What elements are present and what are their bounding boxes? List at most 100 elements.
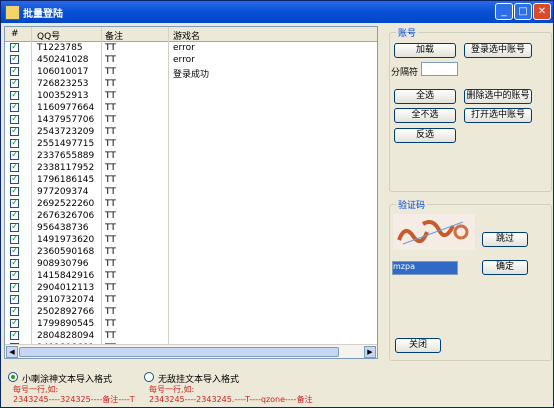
grid-header: # QQ号 备注 游戏名 xyxy=(5,27,377,42)
captcha-group-title: 验证码 xyxy=(396,198,428,211)
qq-cell: 2904012113 xyxy=(37,283,95,293)
qq-cell: T1223785 xyxy=(37,43,83,53)
col-header-note[interactable]: 备注 xyxy=(105,29,123,42)
qq-cell: 2543723209 xyxy=(37,127,95,137)
qq-cell: 1491973620 xyxy=(37,235,95,245)
qq-cell: 2676326706 xyxy=(37,211,95,221)
note-cell: TT xyxy=(105,151,116,161)
qq-cell: 100352913 xyxy=(37,91,89,101)
separator-input[interactable] xyxy=(421,62,458,76)
note-cell: TT xyxy=(105,91,116,101)
qq-cell: 908930796 xyxy=(37,259,89,269)
note-cell: TT xyxy=(105,319,116,329)
row-checkbox[interactable]: ✓ xyxy=(10,67,19,76)
row-checkbox[interactable]: ✓ xyxy=(10,331,19,340)
qq-cell: 2692522260 xyxy=(37,199,95,209)
scroll-thumb[interactable] xyxy=(19,347,339,357)
app-icon xyxy=(5,5,20,20)
note-cell: TT xyxy=(105,223,116,233)
row-checkbox[interactable]: ✓ xyxy=(10,199,19,208)
row-checkbox[interactable]: ✓ xyxy=(10,307,19,316)
horizontal-scrollbar[interactable]: ◀ ▶ xyxy=(5,344,377,358)
note-cell: TT xyxy=(105,295,116,305)
row-checkbox[interactable]: ✓ xyxy=(10,163,19,172)
invert-selection-button[interactable]: 反选 xyxy=(394,128,456,143)
select-none-button[interactable]: 全不选 xyxy=(394,108,456,123)
maximize-button[interactable]: □ xyxy=(514,3,532,20)
login-selected-button[interactable]: 登录选中账号 xyxy=(464,43,532,58)
row-checkbox[interactable]: ✓ xyxy=(10,115,19,124)
import-format-radio-2[interactable] xyxy=(144,372,154,382)
qq-cell: 2910732074 xyxy=(37,295,95,305)
note-cell: TT xyxy=(105,259,116,269)
note-cell: TT xyxy=(105,55,116,65)
note-cell: TT xyxy=(105,211,116,221)
qq-cell: 2804828094 xyxy=(37,331,95,341)
row-checkbox[interactable]: ✓ xyxy=(10,235,19,244)
import-format-radio-1[interactable] xyxy=(8,372,18,382)
row-checkbox[interactable]: ✓ xyxy=(10,283,19,292)
note-cell: TT xyxy=(105,103,116,113)
delete-selected-button[interactable]: 删除选中的账号 xyxy=(464,89,532,104)
note-cell: TT xyxy=(105,247,116,257)
row-checkbox[interactable]: ✓ xyxy=(10,223,19,232)
row-checkbox[interactable]: ✓ xyxy=(10,271,19,280)
note-cell: TT xyxy=(105,271,116,281)
qq-cell: 977209374 xyxy=(37,187,89,197)
note-cell: TT xyxy=(105,139,116,149)
row-checkbox[interactable]: ✓ xyxy=(10,259,19,268)
note-cell: TT xyxy=(105,187,116,197)
row-checkbox[interactable]: ✓ xyxy=(10,247,19,256)
row-checkbox[interactable]: ✓ xyxy=(10,55,19,64)
row-checkbox[interactable]: ✓ xyxy=(10,295,19,304)
note-cell: TT xyxy=(105,43,116,53)
qq-cell: 2360590168 xyxy=(37,247,95,257)
title-bar: 批量登陆 _ □ ✕ xyxy=(1,1,553,23)
row-checkbox[interactable]: ✓ xyxy=(10,151,19,160)
note-cell: TT xyxy=(105,283,116,293)
qq-cell: 2337655889 xyxy=(37,151,95,161)
open-selected-button[interactable]: 打开选中账号 xyxy=(464,108,532,123)
select-all-button[interactable]: 全选 xyxy=(394,89,456,104)
note-cell: TT xyxy=(105,127,116,137)
row-checkbox[interactable]: ✓ xyxy=(10,175,19,184)
row-checkbox[interactable]: ✓ xyxy=(10,211,19,220)
minimize-button[interactable]: _ xyxy=(495,3,513,20)
qq-cell: 2502892766 xyxy=(37,307,95,317)
scroll-right-icon[interactable]: ▶ xyxy=(364,346,376,358)
note-cell: TT xyxy=(105,115,116,125)
close-button[interactable]: 关闭 xyxy=(395,338,441,353)
row-checkbox[interactable]: ✓ xyxy=(10,187,19,196)
captcha-image xyxy=(393,214,475,250)
close-window-button[interactable]: ✕ xyxy=(533,3,551,20)
account-group-title: 账号 xyxy=(396,26,419,39)
qq-cell: 2338117952 xyxy=(37,163,95,173)
import-format-2-example: 2343245----2343245.----T----qzone----备注 xyxy=(149,395,313,404)
row-checkbox[interactable]: ✓ xyxy=(10,43,19,52)
note-cell: TT xyxy=(105,175,116,185)
load-button[interactable]: 加载 xyxy=(394,43,456,58)
qq-cell: 1799890545 xyxy=(37,319,95,329)
account-grid[interactable]: # QQ号 备注 游戏名 ✓ T1223785 TT error ✓ 450241028 T… xyxy=(4,26,378,359)
skip-captcha-button[interactable]: 跳过 xyxy=(482,232,528,247)
row-checkbox[interactable]: ✓ xyxy=(10,91,19,100)
row-checkbox[interactable]: ✓ xyxy=(10,139,19,148)
row-checkbox[interactable]: ✓ xyxy=(10,127,19,136)
note-cell: TT xyxy=(105,79,116,89)
col-header-game[interactable]: 游戏名 xyxy=(173,29,200,42)
qq-cell: 450241028 xyxy=(37,55,89,65)
qq-cell: 106010017 xyxy=(37,67,89,77)
row-checkbox[interactable]: ✓ xyxy=(10,319,19,328)
game-cell: error xyxy=(173,55,195,65)
confirm-captcha-button[interactable]: 确定 xyxy=(482,260,528,275)
import-format-1-example: 2343245----324325----备注----T xyxy=(13,395,135,404)
captcha-input[interactable]: mzpa xyxy=(392,261,458,275)
separator-label: 分隔符 xyxy=(391,68,419,78)
scroll-left-icon[interactable]: ◀ xyxy=(6,346,18,358)
col-header-qq[interactable]: QQ号 xyxy=(37,29,60,42)
row-checkbox[interactable]: ✓ xyxy=(10,103,19,112)
qq-cell: 2551497715 xyxy=(37,139,95,149)
col-header-index[interactable]: # xyxy=(11,29,19,39)
row-checkbox[interactable]: ✓ xyxy=(10,79,19,88)
qq-cell: 1160977664 xyxy=(37,103,95,113)
